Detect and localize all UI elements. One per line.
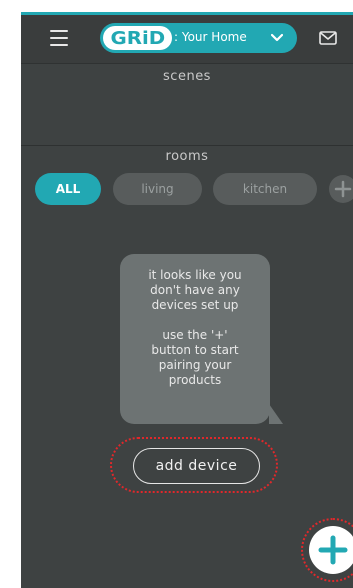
section-divider xyxy=(21,145,353,146)
add-room-button[interactable] xyxy=(329,175,353,203)
scenes-heading: scenes xyxy=(163,69,211,84)
plus-icon xyxy=(318,535,348,565)
envelope-icon[interactable] xyxy=(319,31,337,45)
message-line: it looks like you xyxy=(148,268,242,282)
room-tab-all[interactable]: ALL xyxy=(35,173,101,205)
app-screen: GRiD : Your Home scenes rooms ALL living… xyxy=(21,12,353,588)
home-selector[interactable]: GRiD : Your Home xyxy=(100,23,297,53)
plus-icon xyxy=(334,180,352,198)
hamburger-menu-icon[interactable] xyxy=(50,30,68,46)
empty-state-bubble: it looks like you don't have any devices… xyxy=(120,254,270,424)
empty-state-message: it looks like you don't have any devices… xyxy=(120,268,270,388)
message-line: products xyxy=(168,373,222,387)
bubble-tail xyxy=(269,404,283,424)
add-fab-button[interactable] xyxy=(309,526,353,574)
message-line: use the '+' xyxy=(162,328,228,342)
add-device-button[interactable]: add device xyxy=(133,448,260,484)
top-bar: GRiD : Your Home xyxy=(21,15,353,64)
room-tab-living[interactable]: living xyxy=(113,173,202,205)
message-line: pairing your xyxy=(158,358,232,372)
rooms-heading: rooms xyxy=(165,149,209,164)
message-line: devices set up xyxy=(151,298,239,312)
grid-logo: GRiD xyxy=(103,26,172,50)
message-line: don't have any xyxy=(150,283,240,297)
room-tab-kitchen[interactable]: kitchen xyxy=(213,173,317,205)
home-name-label: : Your Home xyxy=(174,30,247,44)
logo-text: GRiD xyxy=(110,27,165,49)
chevron-down-icon[interactable] xyxy=(271,33,283,43)
message-line: button to start xyxy=(151,343,239,357)
